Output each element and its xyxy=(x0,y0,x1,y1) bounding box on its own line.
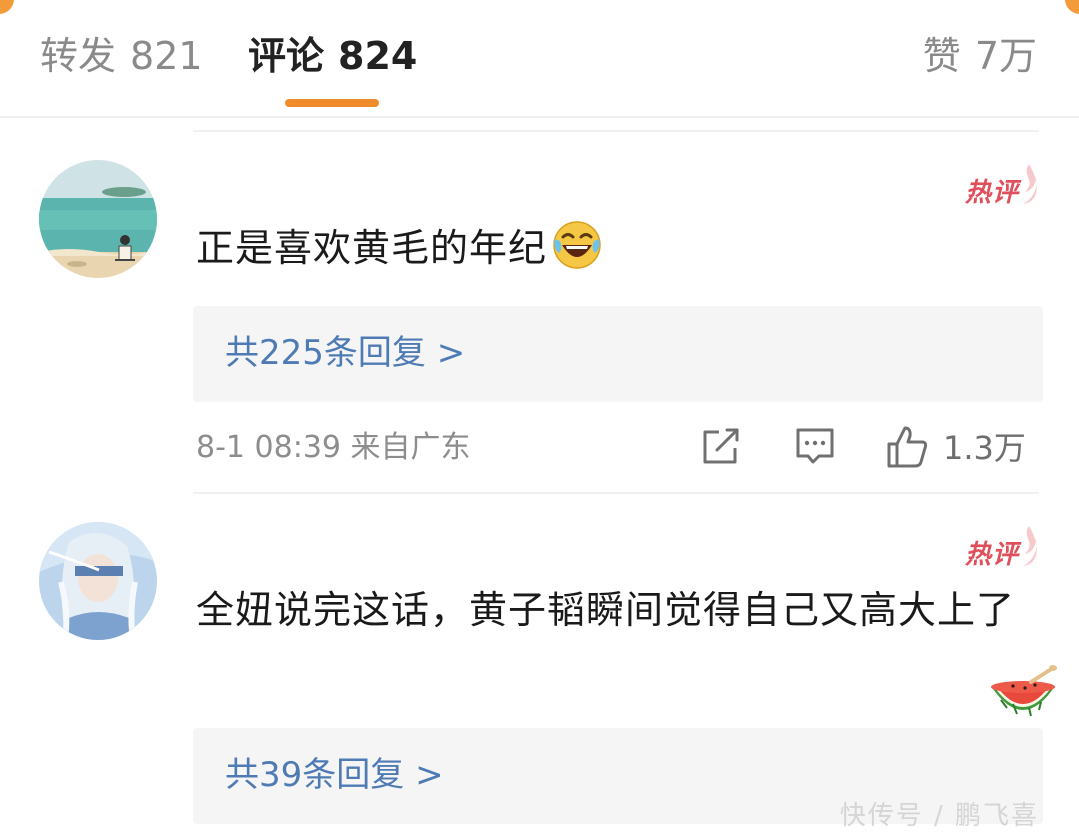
avatar-girl-image xyxy=(39,522,157,640)
comment-actions: 1.3万 xyxy=(699,424,1039,474)
replies-summary-button[interactable]: 共225条回复 > xyxy=(193,306,1043,402)
active-tab-indicator xyxy=(285,99,379,107)
avatar[interactable] xyxy=(39,160,157,278)
laugh-cry-icon xyxy=(553,221,601,269)
hot-comment-badge: 热评 xyxy=(965,526,1039,570)
flame-icon xyxy=(1023,526,1037,566)
comment-body: 全妞说完这话，黄子韬瞬间觉得自己又高大上了 xyxy=(196,588,1016,632)
hot-comment-badge: 热评 xyxy=(965,164,1039,208)
avatar[interactable] xyxy=(39,522,157,640)
tab-likes[interactable]: 赞 7万 xyxy=(923,30,1037,82)
comment-text: 正是喜欢黄毛的年纪 xyxy=(196,218,1026,278)
tab-comments[interactable]: 评论 824 xyxy=(248,30,417,82)
tab-repost-count: 821 xyxy=(130,34,203,78)
comment-text: 全妞说完这话，黄子韬瞬间觉得自己又高大上了 xyxy=(196,580,1016,640)
replies-summary-text: 共225条回复 > xyxy=(225,333,466,373)
like-count: 1.3万 xyxy=(943,429,1026,467)
tab-bar: 转发 821 评论 824 赞 7万 xyxy=(0,0,1079,118)
comment-body: 正是喜欢黄毛的年纪 xyxy=(196,226,548,270)
flame-icon xyxy=(1023,164,1037,204)
share-icon xyxy=(703,428,739,464)
thumbs-up-icon xyxy=(887,426,928,468)
hot-comment-label: 热评 xyxy=(965,540,1020,570)
watermelon-icon xyxy=(991,665,1057,717)
divider xyxy=(193,492,1039,494)
tab-comments-label: 评论 xyxy=(248,34,325,78)
divider xyxy=(193,130,1039,132)
tab-repost[interactable]: 转发 821 xyxy=(40,30,203,82)
hot-comment-label: 热评 xyxy=(965,178,1020,208)
reply-button[interactable] xyxy=(793,424,837,474)
tab-comments-count: 824 xyxy=(338,34,418,78)
tab-repost-label: 转发 xyxy=(40,34,117,78)
watermark: 快传号 / 鹏飞喜 xyxy=(839,801,1039,831)
comment-icon xyxy=(796,428,834,464)
tab-likes-count: 7万 xyxy=(974,34,1037,78)
like-button[interactable]: 1.3万 xyxy=(885,424,1039,474)
share-button[interactable] xyxy=(699,424,743,474)
tab-likes-label: 赞 xyxy=(922,34,961,78)
comment-meta: 8-1 08:39 来自广东 xyxy=(196,430,471,465)
replies-summary-text: 共39条回复 > xyxy=(225,755,444,795)
avatar-beach-image xyxy=(39,160,157,278)
